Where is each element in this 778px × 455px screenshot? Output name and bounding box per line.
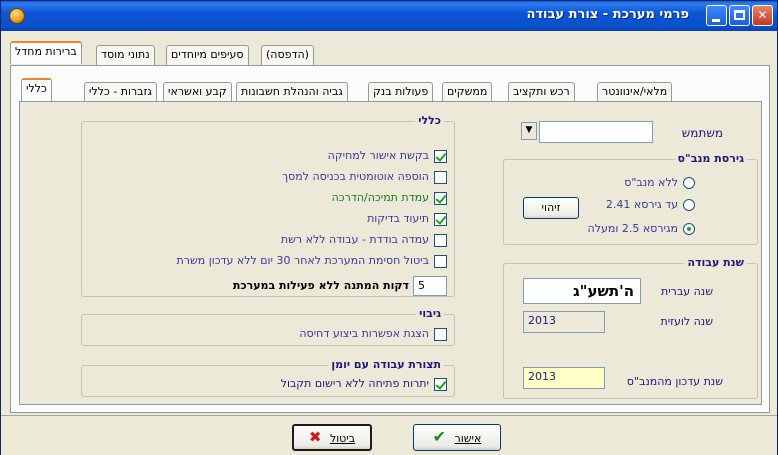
- tab-label: גזברות - כללי: [89, 85, 152, 98]
- tab-label: מלאי/אינוונטר: [602, 85, 668, 98]
- checkbox-row-opening-balances[interactable]: יתרות פתיחה ללא רישום תקבול: [281, 377, 447, 391]
- tab-label: סעיפים מיוחדים: [171, 48, 244, 61]
- tab-label: (הדפסה): [266, 48, 309, 61]
- window-title: פרמי מערכת - צורת עבודה: [526, 7, 689, 22]
- radio-label: עד גירסא 2.41: [605, 198, 678, 211]
- tab-defaults[interactable]: ברירות מחדל: [10, 41, 82, 64]
- radio-label: ללא מנב"ס: [624, 176, 678, 189]
- tab-label: נתוני מוסד: [101, 48, 150, 61]
- radio-row-up-to-241[interactable]: עד גירסא 2.41: [606, 198, 695, 211]
- ok-button[interactable]: אישור ✔: [413, 424, 501, 451]
- checkbox-label: עמדת תמיכה/הדרכה: [331, 191, 429, 204]
- cancel-x-icon: ✖: [308, 428, 322, 446]
- cancel-button[interactable]: ביטול ✖: [292, 424, 372, 451]
- user-dropdown-button[interactable]: ▼: [521, 122, 537, 140]
- cancel-lock-checkbox[interactable]: [434, 254, 447, 268]
- work-year-group-title: שנת עבודה: [684, 256, 747, 269]
- idle-minutes-input[interactable]: 5: [413, 276, 447, 296]
- tab-label: גביה והנהלת חשבונות: [241, 85, 343, 98]
- app-icon[interactable]: [9, 8, 25, 24]
- gregorian-year-field: 2013: [523, 311, 605, 333]
- tab-printing[interactable]: (הדפסה): [261, 45, 314, 65]
- checkbox-label: הצגת אפשרות ביצוע דחיסה: [299, 327, 429, 340]
- update-year-field: 2013: [523, 367, 605, 389]
- idle-minutes-row: 5 דקות המתנה ללא פעילות במערכת: [233, 276, 447, 296]
- title-bar[interactable]: פרמי מערכת - צורת עבודה ✕: [1, 1, 777, 31]
- general-group-title: כללי: [415, 114, 444, 127]
- from-25-radio[interactable]: [683, 223, 695, 235]
- test-docs-checkbox[interactable]: [434, 212, 447, 226]
- checkbox-row-auto-add[interactable]: הוספה אוטומטית בכניסה למסך: [282, 170, 447, 184]
- manbas-group-title: גירסת מנב"ס: [674, 152, 747, 165]
- bottom-bar: [1, 415, 777, 455]
- tab-purchasing-budget[interactable]: רכש ותקציב: [508, 82, 575, 102]
- ok-button-label: אישור: [454, 432, 482, 445]
- checkbox-row-support-station[interactable]: עמדת תמיכה/הדרכה: [332, 191, 447, 205]
- opening-balances-checkbox[interactable]: [434, 377, 447, 391]
- checkbox-row-cancel-lock[interactable]: ביטול חסימת המערכת לאחר 30 יום ללא עדכון…: [176, 254, 447, 268]
- tab-interfaces[interactable]: ממשקים: [442, 82, 493, 102]
- user-label: משתמש: [681, 126, 723, 140]
- tab-general[interactable]: כללי: [21, 78, 52, 101]
- checkbox-label: יתרות פתיחה ללא רישום תקבול: [280, 377, 429, 390]
- maximize-icon: [734, 10, 745, 20]
- backup-group-title: גיבוי: [416, 307, 444, 320]
- update-year-label: שנת עדכון מהמנב"ס: [626, 375, 723, 388]
- tab-label: ממשקים: [447, 85, 488, 98]
- gregorian-year-label: שנה לועזית: [660, 315, 713, 328]
- tab-inventory[interactable]: מלאי/אינוונטר: [597, 82, 673, 102]
- close-button[interactable]: ✕: [752, 5, 773, 26]
- hebrew-year-input[interactable]: ה'תשע"ג: [523, 278, 641, 304]
- radio-row-no-manbas[interactable]: ללא מנב"ס: [624, 176, 695, 189]
- up-to-241-radio[interactable]: [683, 199, 695, 211]
- compression-checkbox[interactable]: [434, 327, 447, 341]
- tab-label: ברירות מחדל: [15, 45, 77, 58]
- confirm-delete-checkbox[interactable]: [434, 149, 447, 163]
- checkbox-row-test-docs[interactable]: תיעוד בדיקות: [367, 212, 447, 226]
- identify-button[interactable]: זיהוי: [523, 197, 579, 219]
- checkbox-row-compression[interactable]: הצגת אפשרות ביצוע דחיסה: [299, 327, 447, 341]
- checkbox-label: ביטול חסימת המערכת לאחר 30 יום ללא עדכון…: [176, 254, 430, 267]
- minimize-icon: [712, 19, 720, 22]
- tab-label: פעולות בנק: [373, 85, 429, 98]
- close-icon: ✕: [757, 8, 768, 22]
- tab-bank-operations[interactable]: פעולות בנק: [368, 82, 434, 102]
- checkbox-row-confirm-delete[interactable]: בקשת אישור למחיקה: [328, 149, 447, 163]
- user-input[interactable]: [539, 121, 653, 143]
- tab-special-clauses[interactable]: סעיפים מיוחדים: [166, 45, 249, 65]
- main-window: פרמי מערכת - צורת עבודה ✕ ברירות מחדל נת…: [0, 0, 778, 455]
- checkbox-row-standalone[interactable]: עמדה בודדת - עבודה ללא רשת: [281, 233, 447, 247]
- support-station-checkbox[interactable]: [434, 191, 447, 205]
- checkbox-label: בקשת אישור למחיקה: [327, 149, 429, 162]
- tab-label: כללי: [26, 82, 47, 95]
- checkbox-label: הוספה אוטומטית בכניסה למסך: [282, 170, 429, 183]
- tab-collection-accounting[interactable]: גביה והנהלת חשבונות: [236, 82, 348, 102]
- checkmark-icon: ✔: [432, 427, 447, 446]
- standalone-checkbox[interactable]: [434, 233, 447, 247]
- diary-group-title: תצורת עבודה עם יומן: [328, 358, 444, 371]
- tab-treasury-general[interactable]: גזברות - כללי: [84, 82, 157, 102]
- general-group: כללי: [81, 114, 455, 297]
- tab-label: רכש ותקציב: [513, 85, 570, 98]
- idle-minutes-label: דקות המתנה ללא פעילות במערכת: [232, 279, 409, 292]
- cancel-button-label: ביטול: [329, 432, 356, 445]
- radio-label: מגירסא 2.5 ומעלה: [587, 222, 678, 235]
- checkbox-label: עמדה בודדת - עבודה ללא רשת: [280, 233, 429, 246]
- radio-row-from-25[interactable]: מגירסא 2.5 ומעלה: [588, 222, 695, 235]
- maximize-button[interactable]: [729, 5, 750, 26]
- tab-standing-credit[interactable]: קבע ואשראי: [163, 82, 232, 102]
- chevron-down-icon: ▼: [525, 125, 533, 135]
- no-manbas-radio[interactable]: [683, 177, 695, 189]
- checkbox-label: תיעוד בדיקות: [367, 212, 429, 225]
- minimize-button[interactable]: [706, 5, 727, 26]
- auto-add-checkbox[interactable]: [434, 170, 447, 184]
- tab-institution-data[interactable]: נתוני מוסד: [96, 45, 155, 65]
- tab-label: קבע ואשראי: [168, 85, 227, 98]
- hebrew-year-label: שנה עברית: [660, 285, 713, 298]
